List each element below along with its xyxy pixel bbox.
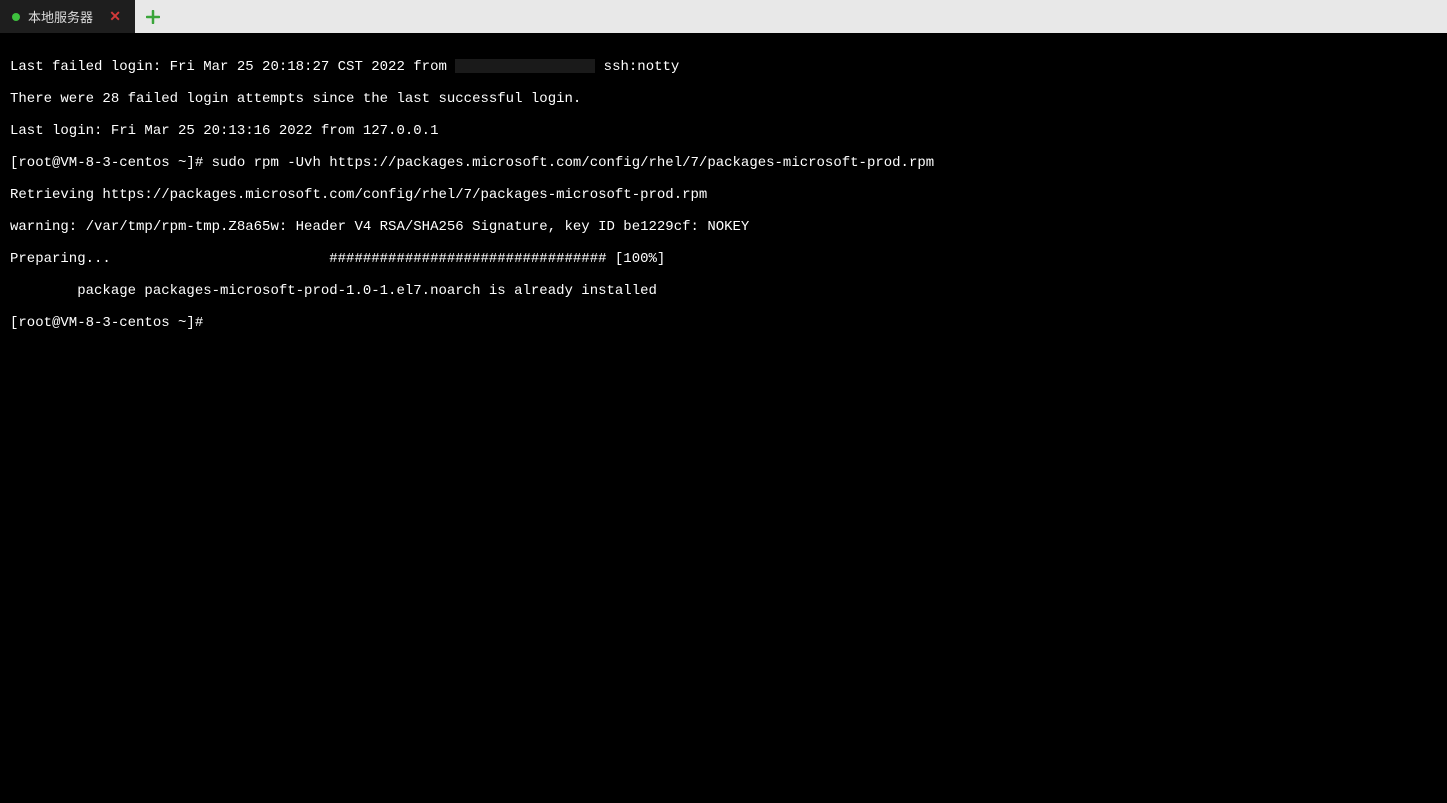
- tab-title: 本地服务器: [28, 7, 99, 26]
- terminal-line: [root@VM-8-3-centos ~]# sudo rpm -Uvh ht…: [10, 155, 1437, 171]
- text: Last failed login: Fri Mar 25 20:18:27 C…: [10, 59, 455, 75]
- terminal-line: Retrieving https://packages.microsoft.co…: [10, 187, 1437, 203]
- status-dot-icon: [12, 13, 20, 21]
- redacted-ip: [455, 59, 595, 73]
- text: ssh:notty: [595, 59, 679, 75]
- tab-bar: 本地服务器 ✕: [0, 0, 1447, 33]
- terminal-line: There were 28 failed login attempts sinc…: [10, 91, 1437, 107]
- terminal-line: warning: /var/tmp/rpm-tmp.Z8a65w: Header…: [10, 219, 1437, 235]
- terminal-line: Last login: Fri Mar 25 20:13:16 2022 fro…: [10, 123, 1437, 139]
- cursor-icon: [212, 317, 220, 331]
- terminal-line: Preparing... ###########################…: [10, 251, 1437, 267]
- prompt-text: [root@VM-8-3-centos ~]#: [10, 315, 212, 331]
- plus-icon: [146, 10, 160, 24]
- add-tab-button[interactable]: [135, 0, 171, 33]
- close-icon[interactable]: ✕: [107, 8, 123, 25]
- terminal-output[interactable]: Last failed login: Fri Mar 25 20:18:27 C…: [0, 33, 1447, 357]
- tab-local-server[interactable]: 本地服务器 ✕: [0, 0, 135, 33]
- terminal-line: package packages-microsoft-prod-1.0-1.el…: [10, 283, 1437, 299]
- terminal-prompt: [root@VM-8-3-centos ~]#: [10, 315, 1437, 331]
- terminal-line: Last failed login: Fri Mar 25 20:18:27 C…: [10, 59, 1437, 75]
